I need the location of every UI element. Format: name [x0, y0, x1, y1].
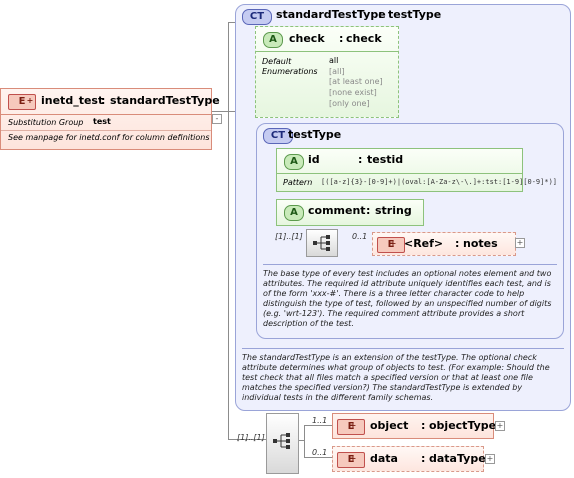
id-attribute-type: testid [367, 153, 404, 166]
subst-group-value: test [93, 117, 111, 126]
check-attribute-box[interactable]: A check : check Default all Enumerations… [255, 26, 399, 118]
separator: : [101, 94, 106, 107]
collapse-toggle[interactable]: - [212, 114, 222, 124]
notes-ref-box[interactable]: E + <Ref> : notes [372, 232, 516, 256]
data-type: dataType [429, 452, 486, 465]
expand-toggle[interactable]: + [515, 238, 525, 248]
sequence-compositor-icon[interactable] [266, 413, 299, 474]
connector [304, 425, 305, 458]
comment-attribute-box[interactable]: A comment : string [276, 199, 424, 226]
element-plus-icon: + [349, 421, 357, 430]
separator: : [339, 32, 344, 45]
standard-ct-name: standardTestType [276, 8, 386, 21]
default-label: Default [262, 57, 292, 66]
object-type: objectType [429, 419, 497, 432]
attribute-badge: A [284, 205, 304, 221]
sequence-compositor-icon[interactable] [306, 229, 338, 257]
check-attribute-name: check [289, 32, 325, 45]
separator: : [421, 452, 426, 465]
enum-value: [all] [329, 67, 345, 76]
data-name: data [370, 452, 398, 465]
sequence-cardinality: [1]..[1] [275, 232, 303, 241]
object-cardinality: 1..1 [312, 416, 328, 425]
subst-group-label: Substitution Group [8, 118, 84, 127]
id-attribute-box[interactable]: A id : testid Pattern [([a-z]{3}-[0-9]+)… [276, 148, 557, 192]
ref-name: <Ref> [404, 237, 444, 250]
standard-ct-description: The standardTestType is an extension of … [242, 353, 550, 402]
enum-value: [only one] [329, 99, 370, 108]
comment-attribute-type: string [375, 204, 412, 217]
root-note: See manpage for inetd.conf for column de… [8, 133, 210, 142]
standard-ct-base: testType [388, 8, 442, 21]
connector [210, 111, 235, 112]
default-value: all [329, 56, 339, 65]
element-plus-icon: + [349, 454, 357, 463]
separator: : [455, 237, 460, 250]
enum-value: [at least one] [329, 77, 383, 86]
attribute-badge: A [263, 32, 283, 48]
separator: : [358, 153, 363, 166]
connector [304, 425, 332, 426]
check-attribute-type: check [346, 32, 382, 45]
root-element-name: inetd_test [41, 94, 104, 107]
data-element-box[interactable]: E + data : dataType [332, 446, 486, 472]
root-element-box[interactable]: E + inetd_test : standardTestType Substi… [0, 88, 220, 150]
expand-toggle[interactable]: + [485, 454, 495, 464]
connector [228, 22, 229, 440]
enumerations-label: Enumerations [262, 67, 318, 76]
object-element-box[interactable]: E + object : objectType [332, 413, 497, 439]
element-plus-icon: + [389, 239, 397, 248]
data-cardinality: 0..1 [312, 448, 328, 457]
test-ct-description: The base type of every test includes an … [263, 269, 552, 328]
attribute-badge: A [284, 154, 304, 170]
comment-attribute-name: comment [308, 204, 366, 217]
test-ct-name: testType [288, 128, 342, 141]
root-element-type: standardTestType [110, 94, 220, 107]
object-name: object [370, 419, 409, 432]
pattern-value: [([a-z]{3}-[0-9]+)|(oval:[A-Za-z\-\.]+:t… [321, 178, 558, 186]
expand-toggle[interactable]: + [495, 421, 505, 431]
ref-cardinality: 0..1 [352, 232, 368, 241]
separator: : [378, 8, 383, 21]
enum-value: [none exist] [329, 88, 377, 97]
ct-badge: CT [242, 9, 272, 25]
ref-type: notes [463, 237, 498, 250]
sequence-cardinality: [1]..[1] [237, 433, 265, 442]
separator: : [366, 204, 371, 217]
separator: : [421, 419, 426, 432]
element-plus-icon: + [26, 96, 34, 105]
id-attribute-name: id [308, 153, 320, 166]
pattern-label: Pattern [283, 178, 313, 187]
connector [304, 457, 332, 458]
